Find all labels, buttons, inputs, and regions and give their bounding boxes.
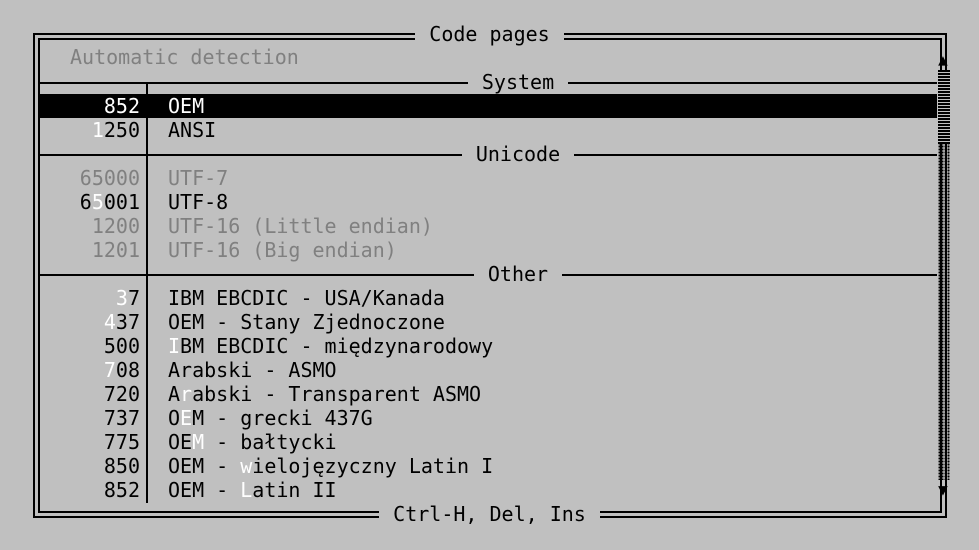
codepage-row-37[interactable]: 37 IBM EBCDIC - USA/Kanada (40, 286, 937, 310)
codepage-name: OEM - wielojęzyczny Latin I (168, 454, 494, 478)
section-unicode-label: Unicode (38, 142, 979, 166)
codepage-name: OEM - Stany Zjednoczone (168, 310, 445, 334)
codepage-row-500[interactable]: 500 IBM EBCDIC - międzynarodowy (40, 334, 937, 358)
section-system-label: System (38, 70, 979, 94)
codepage-name: UTF-16 (Little endian) (168, 214, 433, 238)
codepage-name: OEM (168, 94, 205, 118)
codepage-number: 437 (103, 310, 140, 334)
codepage-row-65000-utf7[interactable]: 65000 UTF-7 (40, 166, 937, 190)
codepage-number: 852 (103, 478, 140, 502)
codepage-number: 775 (103, 430, 140, 454)
automatic-detection-item[interactable]: Automatic detection (70, 45, 299, 69)
codepage-row-708[interactable]: 708 Arabski - ASMO (40, 358, 937, 382)
codepage-name: OEM - Latin II (168, 478, 337, 502)
scrollbar-thumb[interactable] (938, 70, 950, 144)
codepage-name: OEM - bałtycki (168, 430, 337, 454)
codepage-number: 65001 (79, 190, 140, 214)
codepage-row-1250-ansi[interactable]: 1250 ANSI (40, 118, 937, 142)
dialog-footer-hint: Ctrl-H, Del, Ins (0, 502, 979, 526)
codepage-row-775[interactable]: 775 OEM - bałtycki (40, 430, 937, 454)
codepage-row-65001-utf8[interactable]: 65001 UTF-8 (40, 190, 937, 214)
codepage-row-852-oem[interactable]: 852 OEM (40, 94, 937, 118)
codepage-name: UTF-7 (168, 166, 229, 190)
codepage-row-737[interactable]: 737 OEM - grecki 437G (40, 406, 937, 430)
dialog-title: Code pages (0, 22, 979, 46)
codepage-name: UTF-8 (168, 190, 229, 214)
scroll-up-arrow-icon[interactable]: ▲ (936, 50, 950, 70)
codepage-number: 720 (103, 382, 140, 406)
codepage-number: 1200 (91, 214, 140, 238)
codepage-row-1200-utf16le[interactable]: 1200 UTF-16 (Little endian) (40, 214, 937, 238)
codepage-name: Arabski - ASMO (168, 358, 337, 382)
codepage-name: IBM EBCDIC - USA/Kanada (168, 286, 445, 310)
codepage-row-1201-utf16be[interactable]: 1201 UTF-16 (Big endian) (40, 238, 937, 262)
codepage-number: 737 (103, 406, 140, 430)
codepage-name: UTF-16 (Big endian) (168, 238, 397, 262)
codepage-row-850[interactable]: 850 OEM - wielojęzyczny Latin I (40, 454, 937, 478)
codepage-row-852[interactable]: 852 OEM - Latin II (40, 478, 937, 502)
codepage-number: 65000 (79, 166, 140, 190)
codepage-number: 37 (115, 286, 140, 310)
codepage-name: Arabski - Transparent ASMO (168, 382, 482, 406)
codepage-row-437[interactable]: 437 OEM - Stany Zjednoczone (40, 310, 937, 334)
codepage-name: OEM - grecki 437G (168, 406, 373, 430)
codepage-number: 850 (103, 454, 140, 478)
scroll-down-arrow-icon[interactable]: ▼ (936, 480, 950, 500)
codepage-row-720[interactable]: 720 Arabski - Transparent ASMO (40, 382, 937, 406)
codepage-number: 1250 (91, 118, 140, 142)
codepage-number: 500 (103, 334, 140, 358)
codepage-number: 852 (103, 94, 140, 118)
codepage-name: IBM EBCDIC - międzynarodowy (168, 334, 494, 358)
codepage-number: 1201 (91, 238, 140, 262)
codepage-number: 708 (103, 358, 140, 382)
codepage-name: ANSI (168, 118, 217, 142)
section-other-label: Other (38, 262, 979, 286)
